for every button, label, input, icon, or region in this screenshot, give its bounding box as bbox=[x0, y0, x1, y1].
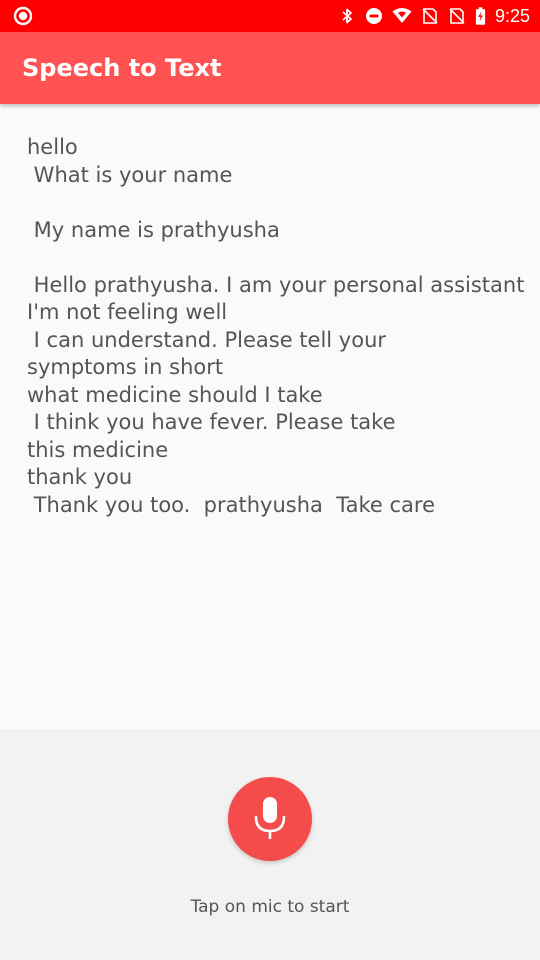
no-sim-icon bbox=[449, 8, 465, 24]
do-not-disturb-icon bbox=[365, 8, 382, 24]
transcript-text: hello What is your name My name is prath… bbox=[27, 135, 525, 517]
microphone-icon bbox=[254, 797, 286, 839]
no-sim-icon bbox=[422, 8, 438, 24]
bluetooth-icon bbox=[342, 8, 352, 24]
recording-icon bbox=[13, 6, 33, 26]
app-title: Speech to Text bbox=[22, 54, 222, 82]
bottom-panel: Tap on mic to start bbox=[0, 729, 540, 960]
mic-button[interactable] bbox=[228, 777, 312, 861]
mic-hint-text: Tap on mic to start bbox=[190, 897, 350, 917]
status-bar: 9:25 bbox=[0, 0, 540, 32]
battery-charging-icon bbox=[475, 7, 486, 25]
status-icons: 9:25 bbox=[338, 0, 530, 32]
wifi-icon bbox=[392, 8, 412, 23]
app-bar: Speech to Text bbox=[0, 32, 540, 104]
status-time: 9:25 bbox=[494, 5, 530, 26]
